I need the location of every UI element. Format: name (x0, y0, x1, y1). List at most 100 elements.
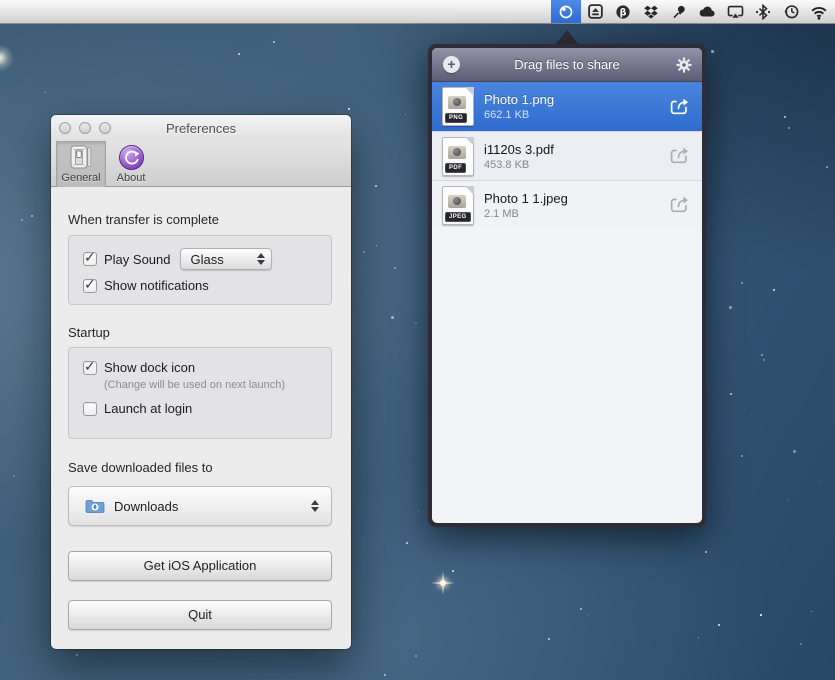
play-sound-label: Play Sound (104, 252, 171, 267)
beta-icon[interactable]: β (609, 0, 637, 23)
star (698, 637, 699, 638)
star (761, 354, 763, 356)
add-file-button[interactable]: + (443, 56, 460, 73)
save-folder-value: Downloads (114, 499, 178, 514)
startup-section-heading: Startup (68, 325, 110, 340)
star (31, 215, 33, 217)
file-list: PNG Photo 1.png 662.1 KB PDF i1120s 3.pd… (432, 82, 702, 523)
transfer-section-heading: When transfer is complete (68, 212, 219, 227)
star (363, 251, 365, 253)
star (705, 551, 707, 553)
app-status-icon[interactable] (551, 0, 581, 23)
file-texts: i1120s 3.pdf 453.8 KB (484, 141, 668, 172)
star (415, 322, 417, 324)
sound-select-value: Glass (181, 252, 224, 267)
wifi-icon[interactable] (805, 0, 833, 23)
launch-at-login-checkbox[interactable] (83, 402, 97, 416)
star (811, 611, 812, 612)
file-name: Photo 1.png (484, 91, 668, 108)
quit-button[interactable]: Quit (68, 600, 332, 630)
cloud-icon[interactable] (693, 0, 721, 23)
star (820, 481, 821, 482)
file-row-i1120s-pdf[interactable]: PDF i1120s 3.pdf 453.8 KB (432, 131, 702, 180)
play-sound-checkbox[interactable] (83, 252, 97, 266)
star (711, 50, 714, 53)
star (13, 475, 15, 477)
downloads-folder-icon (85, 498, 105, 514)
file-thumbnail (448, 96, 466, 109)
file-size: 453.8 KB (484, 158, 668, 172)
pdf-file-icon: PDF (442, 137, 474, 176)
star (384, 674, 386, 676)
tab-general-label: General (61, 172, 100, 184)
about-icon (119, 145, 144, 170)
file-row-photo-1-1-jpeg[interactable]: JPEG Photo 1 1.jpeg 2.1 MB (432, 180, 702, 229)
star (394, 267, 396, 269)
star (793, 450, 796, 453)
star (760, 614, 762, 616)
general-switch-icon (70, 145, 92, 170)
star (729, 306, 732, 309)
jpeg-file-icon: JPEG (442, 186, 474, 225)
star (763, 359, 765, 361)
time-machine-icon[interactable] (777, 0, 805, 23)
preferences-window: Preferences General About When transfer … (51, 115, 351, 649)
file-name: i1120s 3.pdf (484, 141, 668, 158)
popover-header: + Drag files to share (432, 48, 702, 82)
star (784, 116, 786, 118)
star (45, 92, 46, 93)
star (238, 53, 240, 55)
sound-select[interactable]: Glass (180, 248, 272, 270)
title-bar[interactable]: Preferences (51, 115, 351, 141)
share-popover: + Drag files to share PNG Photo 1.png 66… (428, 44, 706, 527)
star (21, 219, 23, 221)
airplay-icon[interactable] (721, 0, 749, 23)
file-row-photo-1-png[interactable]: PNG Photo 1.png 662.1 KB (432, 82, 702, 131)
star (548, 638, 550, 640)
bright-star-glow (0, 44, 14, 72)
transfer-group-box: Play Sound Glass Show notifications (68, 235, 332, 305)
eject-box-icon[interactable] (581, 0, 609, 23)
share-icon[interactable] (668, 146, 690, 166)
status-items: β (551, 0, 833, 23)
dock-change-note: (Change will be used on next launch) (104, 379, 317, 391)
star (826, 166, 828, 168)
star (406, 542, 408, 544)
star (580, 608, 582, 610)
save-section-heading: Save downloaded files to (68, 460, 213, 475)
star (376, 245, 377, 246)
file-name: Photo 1 1.jpeg (484, 190, 668, 207)
show-dock-icon-label: Show dock icon (104, 360, 195, 375)
tab-general[interactable]: General (56, 141, 106, 187)
star (730, 393, 732, 395)
gear-icon[interactable] (676, 57, 692, 73)
save-folder-select[interactable]: Downloads (68, 486, 332, 526)
file-size: 662.1 KB (484, 108, 668, 122)
file-size: 2.1 MB (484, 207, 668, 221)
png-file-icon: PNG (442, 87, 474, 126)
tab-about-label: About (117, 172, 146, 184)
dropbox-icon[interactable] (637, 0, 665, 23)
share-icon[interactable] (668, 97, 690, 117)
star (718, 624, 720, 626)
startup-group-box: Show dock icon (Change will be used on n… (68, 347, 332, 439)
file-thumbnail (448, 146, 466, 159)
show-notifications-checkbox[interactable] (83, 279, 97, 293)
svg-text:β: β (620, 7, 627, 18)
get-ios-application-button[interactable]: Get iOS Application (68, 551, 332, 581)
file-texts: Photo 1.png 662.1 KB (484, 91, 668, 122)
show-dock-icon-checkbox[interactable] (83, 361, 97, 375)
star (375, 185, 377, 187)
file-thumbnail (448, 195, 466, 208)
star (773, 289, 775, 291)
file-type-badge: PNG (445, 113, 467, 123)
star (588, 615, 589, 616)
tab-about[interactable]: About (106, 141, 156, 187)
file-type-badge: JPEG (445, 212, 471, 222)
popover-title: Drag files to share (514, 57, 620, 72)
stepper-arrows-icon (257, 253, 264, 265)
file-type-badge: PDF (445, 163, 466, 173)
bluetooth-icon[interactable] (749, 0, 777, 23)
pin-icon[interactable] (665, 0, 693, 23)
share-icon[interactable] (668, 195, 690, 215)
